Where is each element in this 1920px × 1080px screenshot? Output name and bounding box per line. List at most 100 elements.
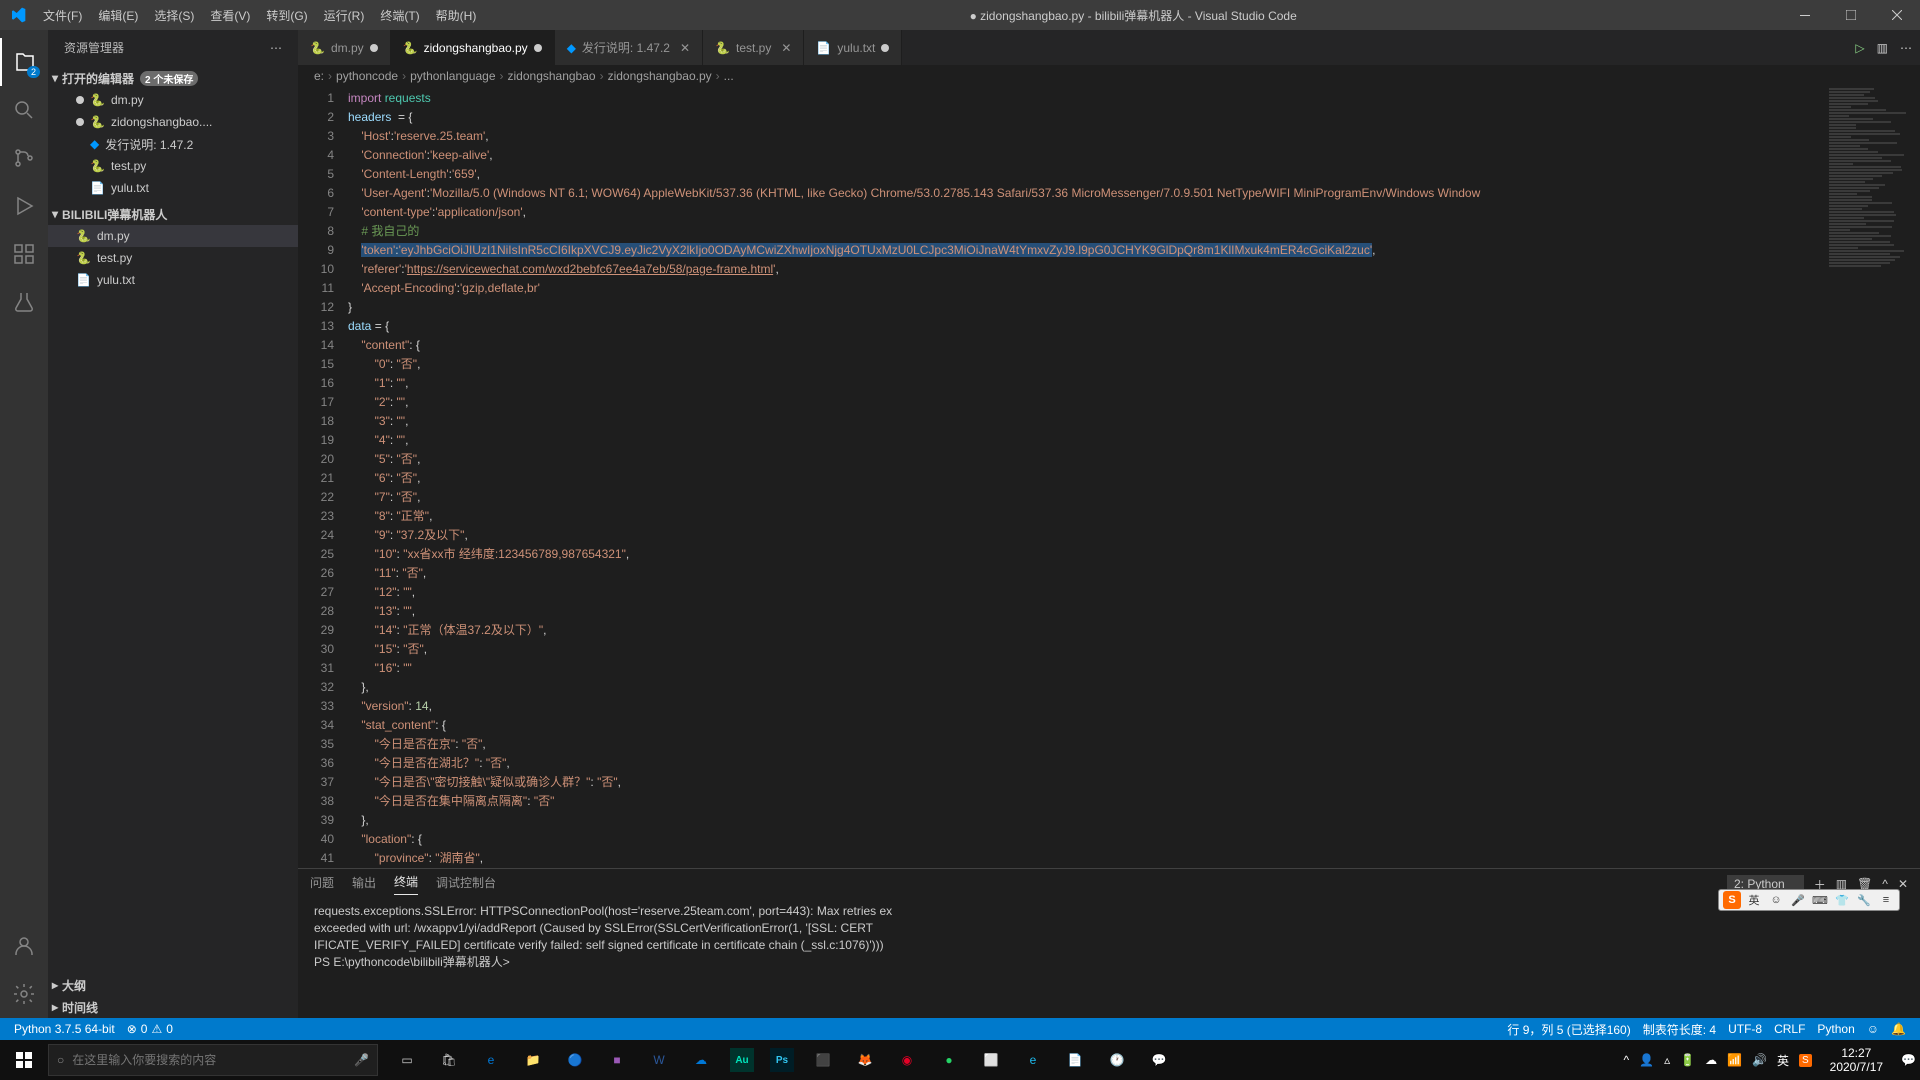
wifi-icon[interactable]: 📶	[1727, 1053, 1742, 1067]
audition-icon[interactable]: Au	[730, 1048, 754, 1072]
clock-icon[interactable]: 🕐	[1096, 1040, 1138, 1080]
testing-icon[interactable]	[0, 278, 48, 326]
breadcrumb-item[interactable]: pythoncode	[336, 69, 398, 83]
open-editor-item[interactable]: 📄yulu.txt	[48, 177, 298, 199]
explorer-icon[interactable]: 2	[0, 38, 48, 86]
ime-indicator[interactable]: 英	[1777, 1052, 1789, 1069]
sogou-icon[interactable]: S	[1723, 891, 1741, 909]
onedrive-icon[interactable]: ☁	[680, 1040, 722, 1080]
project-header[interactable]: ▾ BILIBILI弹幕机器人	[48, 203, 298, 225]
firefox-icon[interactable]: 🦊	[844, 1040, 886, 1080]
battery-icon[interactable]: 🔋	[1680, 1053, 1695, 1067]
breadcrumb-item[interactable]: e:	[314, 69, 324, 83]
explorer-folder-icon[interactable]: 📁	[512, 1040, 554, 1080]
taskbar-search[interactable]: ○ 🎤	[48, 1044, 378, 1076]
open-editors-header[interactable]: ▾ 打开的编辑器 2 个未保存	[48, 67, 298, 89]
open-editor-item[interactable]: 🐍test.py	[48, 155, 298, 177]
netease-icon[interactable]: ◉	[886, 1040, 928, 1080]
tray-icon-2[interactable]: ☁	[1705, 1053, 1717, 1067]
editor-tab[interactable]: 🐍test.py✕	[703, 30, 804, 65]
breadcrumb-item[interactable]: pythonlanguage	[410, 69, 495, 83]
volume-icon[interactable]: 🔊	[1752, 1053, 1767, 1067]
people-icon[interactable]: 👤	[1639, 1053, 1654, 1067]
cursor-position[interactable]: 行 9，列 5 (已选择160)	[1501, 1018, 1636, 1040]
encoding[interactable]: UTF-8	[1722, 1018, 1768, 1040]
ime-keyboard-icon[interactable]: ⌨	[1811, 891, 1829, 909]
run-debug-icon[interactable]	[0, 182, 48, 230]
start-button[interactable]	[0, 1040, 48, 1080]
accounts-icon[interactable]	[0, 922, 48, 970]
more-actions-icon[interactable]: ⋯	[1900, 41, 1912, 55]
app-icon-3[interactable]: 📄	[1054, 1040, 1096, 1080]
breadcrumb-item[interactable]: zidongshangbao	[508, 69, 596, 83]
source-control-icon[interactable]	[0, 134, 48, 182]
code-editor[interactable]: 1234567891011121314151617181920212223242…	[298, 87, 1920, 868]
timeline-header[interactable]: ▸时间线	[48, 996, 298, 1018]
menu-运行(R)[interactable]: 运行(R)	[316, 0, 373, 30]
eol[interactable]: CRLF	[1768, 1018, 1811, 1040]
minimap[interactable]	[1824, 87, 1920, 868]
editor-tab[interactable]: 🐍zidongshangbao.py	[391, 30, 555, 65]
ime-toolbox-icon[interactable]: 🔧	[1855, 891, 1873, 909]
app-icon-green[interactable]: ●	[928, 1040, 970, 1080]
panel-tab[interactable]: 输出	[352, 874, 376, 895]
extensions-icon[interactable]	[0, 230, 48, 278]
ie-icon[interactable]: e	[1012, 1040, 1054, 1080]
open-editor-item[interactable]: 🐍zidongshangbao....	[48, 111, 298, 133]
editor-tab[interactable]: ◆发行说明: 1.47.2✕	[555, 30, 703, 65]
tray-icon-1[interactable]: ▵	[1664, 1053, 1670, 1067]
sogou-tray-icon[interactable]: S	[1799, 1054, 1812, 1067]
task-view-icon[interactable]: ▭	[386, 1040, 428, 1080]
ime-lang-icon[interactable]: 英	[1745, 891, 1763, 909]
mic-icon[interactable]: 🎤	[354, 1053, 369, 1067]
menu-编辑(E)[interactable]: 编辑(E)	[90, 0, 146, 30]
problems-indicator[interactable]: ⊗0 ⚠0	[121, 1018, 179, 1040]
word-icon[interactable]: W	[638, 1040, 680, 1080]
maximize-button[interactable]	[1828, 0, 1874, 30]
notification-center-icon[interactable]: 💬	[1901, 1053, 1916, 1067]
app-icon-2[interactable]: ⬜	[970, 1040, 1012, 1080]
menu-终端(T)[interactable]: 终端(T)	[372, 0, 427, 30]
panel-tab[interactable]: 调试控制台	[436, 874, 496, 895]
python-interpreter[interactable]: Python 3.7.5 64-bit	[8, 1018, 121, 1040]
outline-header[interactable]: ▸大纲	[48, 974, 298, 996]
close-button[interactable]	[1874, 0, 1920, 30]
terminal-output[interactable]: requests.exceptions.SSLError: HTTPSConne…	[298, 899, 1920, 1018]
ime-toolbar[interactable]: S 英 ☺ 🎤 ⌨ 👕 🔧 ≡	[1718, 889, 1900, 911]
chrome-icon[interactable]: 🔵	[554, 1040, 596, 1080]
language-mode[interactable]: Python	[1811, 1018, 1860, 1040]
breadcrumb-item[interactable]: zidongshangbao.py	[608, 69, 712, 83]
code-content[interactable]: import requestsheaders = { 'Host':'reser…	[348, 87, 1824, 868]
file-item[interactable]: 🐍dm.py	[48, 225, 298, 247]
file-item[interactable]: 🐍test.py	[48, 247, 298, 269]
ime-mic-icon[interactable]: 🎤	[1789, 891, 1807, 909]
panel-tab[interactable]: 问题	[310, 874, 334, 895]
photoshop-icon[interactable]: Ps	[770, 1048, 794, 1072]
menu-文件(F)[interactable]: 文件(F)	[35, 0, 90, 30]
taskbar-clock[interactable]: 12:27 2020/7/17	[1822, 1046, 1891, 1074]
open-editor-item[interactable]: 🐍dm.py	[48, 89, 298, 111]
edge-icon[interactable]: e	[470, 1040, 512, 1080]
notifications-icon[interactable]: 🔔	[1885, 1018, 1912, 1040]
ime-skin-icon[interactable]: 👕	[1833, 891, 1851, 909]
more-icon[interactable]: ⋯	[270, 41, 282, 55]
ime-menu-icon[interactable]: ≡	[1877, 891, 1895, 909]
settings-gear-icon[interactable]	[0, 970, 48, 1018]
tray-up-icon[interactable]: ^	[1623, 1053, 1629, 1067]
close-panel-icon[interactable]: ✕	[1898, 877, 1908, 891]
search-input[interactable]	[72, 1053, 346, 1067]
breadcrumb[interactable]: e:›pythoncode›pythonlanguage›zidongshang…	[298, 65, 1920, 87]
file-item[interactable]: 📄yulu.txt	[48, 269, 298, 291]
store-icon[interactable]: 🛍	[428, 1040, 470, 1080]
editor-tab[interactable]: 📄yulu.txt	[804, 30, 902, 65]
panel-tab[interactable]: 终端	[394, 873, 418, 895]
run-icon[interactable]: ▷	[1855, 41, 1864, 55]
wechat-icon[interactable]: 💬	[1138, 1040, 1180, 1080]
editor-tab[interactable]: 🐍dm.py	[298, 30, 391, 65]
app-icon-1[interactable]: ■	[596, 1040, 638, 1080]
menu-转到(G)[interactable]: 转到(G)	[258, 0, 315, 30]
search-icon[interactable]	[0, 86, 48, 134]
feedback-icon[interactable]: ☺	[1861, 1018, 1885, 1040]
vscode-taskbar-icon[interactable]: ⬛	[802, 1040, 844, 1080]
menu-查看(V)[interactable]: 查看(V)	[202, 0, 258, 30]
